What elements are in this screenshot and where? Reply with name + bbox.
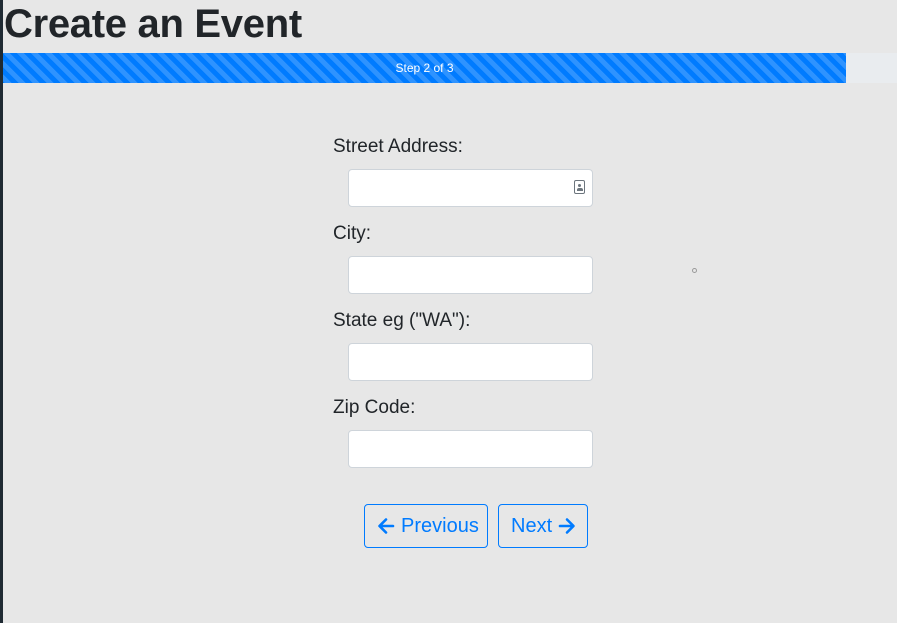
city-input[interactable]	[348, 256, 593, 294]
page-title: Create an Event	[4, 2, 302, 46]
progress-label: Step 2 of 3	[395, 61, 454, 75]
street-address-wrap	[348, 169, 593, 207]
zip-code-group: Zip Code:	[333, 396, 613, 468]
city-label: City:	[333, 223, 371, 244]
state-label: State eg ("WA"):	[333, 310, 471, 331]
next-label: Next	[511, 514, 553, 537]
city-group: City:	[333, 222, 613, 294]
previous-label: Previous	[401, 514, 479, 537]
street-address-label: Street Address:	[333, 136, 463, 157]
arrow-left-icon	[377, 517, 395, 535]
street-address-group: Street Address:	[333, 135, 613, 207]
previous-button[interactable]: Previous	[364, 504, 488, 548]
next-button[interactable]: Next	[498, 504, 588, 548]
state-group: State eg ("WA"):	[333, 309, 613, 381]
progress-bar: Step 2 of 3	[3, 53, 897, 83]
cursor-dot	[692, 268, 697, 273]
address-form: Street Address: City: State eg ("WA"): Z…	[333, 135, 613, 483]
zip-code-input[interactable]	[348, 430, 593, 468]
state-wrap	[348, 343, 593, 381]
zip-code-label: Zip Code:	[333, 397, 416, 418]
contact-autofill-icon[interactable]	[574, 180, 585, 194]
state-input[interactable]	[348, 343, 593, 381]
progress-fill: Step 2 of 3	[3, 53, 847, 83]
window-left-edge	[0, 0, 3, 623]
street-address-input[interactable]	[348, 169, 593, 207]
wizard-nav: Previous Next	[364, 504, 588, 548]
arrow-right-icon	[558, 517, 576, 535]
zip-code-wrap	[348, 430, 593, 468]
city-wrap	[348, 256, 593, 294]
